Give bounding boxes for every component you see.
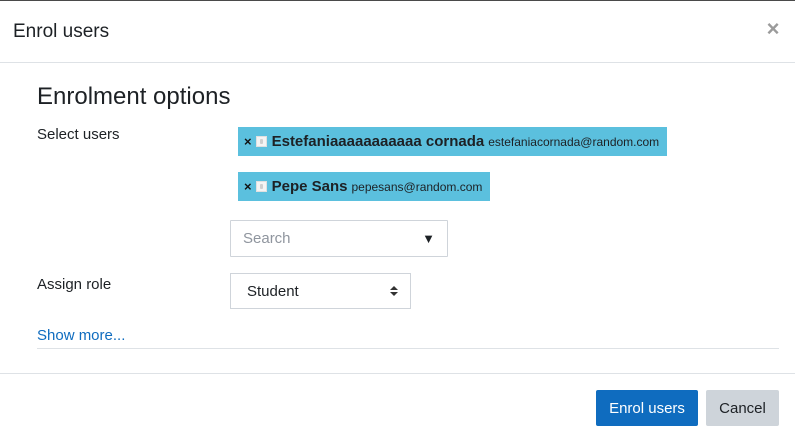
close-button[interactable]: × [764,18,782,40]
modal-header: Enrol users × [0,1,795,63]
modal-title: Enrol users [13,21,110,42]
user-picture-icon [255,181,267,192]
role-select-value: Student [247,282,299,300]
sort-arrows-icon [390,286,398,296]
remove-icon[interactable]: × [244,179,252,194]
chevron-down-icon[interactable]: ▼ [422,231,435,246]
section-divider [37,348,779,349]
role-select[interactable]: Student [230,273,411,309]
search-input[interactable] [243,230,403,247]
enrol-users-button[interactable]: Enrol users [596,390,698,426]
close-icon: × [766,16,780,41]
chip-user-email: pepesans@random.com [351,179,483,194]
cancel-button[interactable]: Cancel [706,390,779,426]
chip-user-email: estefaniacornada@random.com [488,134,660,149]
remove-icon[interactable]: × [244,134,252,149]
select-users-label: Select users [37,126,120,143]
chip-user-name: Estefaniaaaaaaaaaaa cornada [271,133,485,150]
enrol-users-modal: Enrol users × Enrolment options Select u… [0,0,795,440]
selected-user-chip[interactable]: × Estefaniaaaaaaaaaaa cornada estefaniac… [238,127,667,156]
section-title: Enrolment options [37,83,231,110]
footer-divider [0,373,795,374]
selected-user-chip[interactable]: × Pepe Sans pepesans@random.com [238,172,490,201]
show-more-link[interactable]: Show more... [37,327,125,344]
assign-role-label: Assign role [37,276,112,293]
chip-user-name: Pepe Sans [271,178,348,195]
user-search-box[interactable]: ▼ [230,220,448,257]
user-picture-icon [255,136,267,147]
